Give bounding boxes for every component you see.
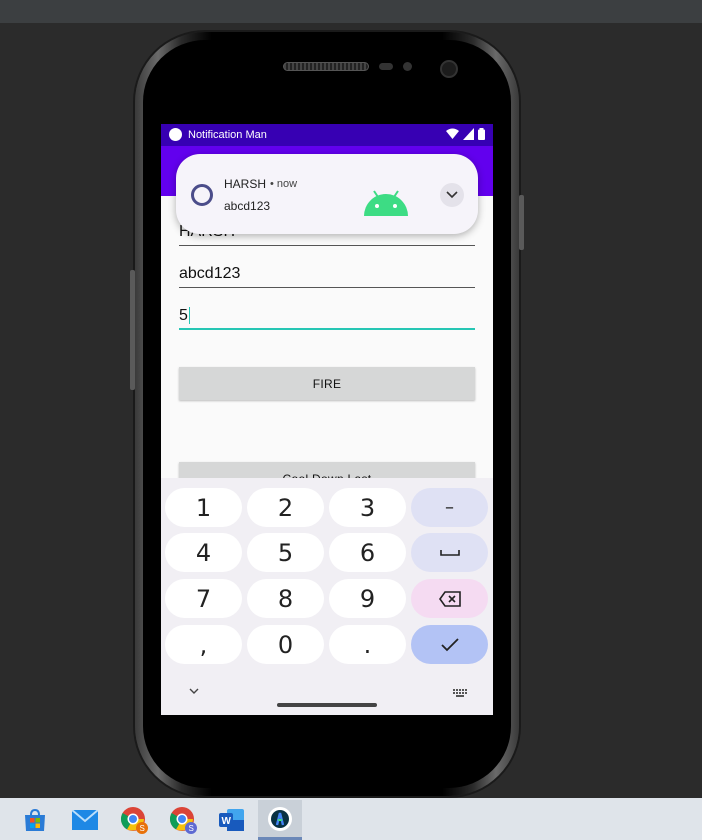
numeric-keyboard: 1 2 3 – 4 5 6 7 8 9 , 0 . bbox=[161, 478, 493, 715]
key-0[interactable]: 0 bbox=[247, 625, 324, 664]
key-1[interactable]: 1 bbox=[165, 488, 242, 527]
device-screen: Notification Man HARSH abcd123 5 FIRE Co… bbox=[161, 124, 493, 715]
chrome-icon: S bbox=[120, 807, 148, 834]
key-minus[interactable]: – bbox=[411, 488, 488, 527]
wifi-icon bbox=[446, 128, 459, 139]
text-caret bbox=[188, 307, 190, 325]
key-7[interactable]: 7 bbox=[165, 579, 242, 618]
key-9[interactable]: 9 bbox=[329, 579, 406, 618]
notification-title: HARSH bbox=[224, 177, 267, 191]
chevron-down-icon bbox=[446, 191, 458, 199]
message-field[interactable]: abcd123 bbox=[179, 262, 475, 288]
notification-small-icon bbox=[191, 184, 213, 206]
key-space[interactable] bbox=[411, 533, 488, 572]
window-top-strip bbox=[0, 0, 702, 23]
backspace-icon bbox=[438, 590, 461, 607]
count-field-value: 5 bbox=[179, 307, 188, 324]
key-3[interactable]: 3 bbox=[329, 488, 406, 527]
message-field-value: abcd123 bbox=[179, 265, 241, 282]
chrome-icon: S bbox=[169, 807, 197, 834]
front-camera bbox=[440, 60, 458, 78]
svg-text:S: S bbox=[189, 824, 194, 833]
volume-button[interactable] bbox=[130, 270, 135, 390]
key-comma[interactable]: , bbox=[165, 625, 242, 664]
taskbar-word[interactable]: W bbox=[210, 800, 254, 840]
heads-up-notification[interactable]: HARSH • now abcd123 bbox=[176, 154, 478, 234]
app-status-icon bbox=[169, 128, 182, 141]
key-6[interactable]: 6 bbox=[329, 533, 406, 572]
count-field[interactable]: 5 bbox=[179, 304, 475, 330]
word-icon: W bbox=[219, 809, 244, 831]
status-bar: Notification Man bbox=[161, 124, 493, 146]
checkmark-icon bbox=[440, 637, 459, 651]
light-sensor bbox=[403, 62, 412, 71]
key-8[interactable]: 8 bbox=[247, 579, 324, 618]
key-done[interactable] bbox=[411, 625, 488, 664]
status-app-title: Notification Man bbox=[188, 129, 267, 141]
status-icons bbox=[446, 128, 485, 140]
gesture-nav-handle[interactable] bbox=[277, 703, 377, 707]
key-5[interactable]: 5 bbox=[247, 533, 324, 572]
space-icon bbox=[439, 549, 460, 556]
microsoft-store-icon bbox=[25, 808, 45, 831]
proximity-sensor bbox=[379, 63, 393, 70]
key-4[interactable]: 4 bbox=[165, 533, 242, 572]
keyboard-switch-icon[interactable] bbox=[453, 689, 467, 697]
battery-icon bbox=[478, 128, 485, 140]
android-icon bbox=[364, 190, 408, 216]
key-period[interactable]: . bbox=[329, 625, 406, 664]
notification-text: abcd123 bbox=[224, 199, 271, 213]
taskbar-android-studio[interactable] bbox=[258, 800, 302, 840]
taskbar-store[interactable] bbox=[13, 800, 57, 840]
taskbar-chrome-1[interactable]: S bbox=[112, 800, 156, 840]
hide-keyboard-icon[interactable] bbox=[189, 688, 199, 695]
power-button[interactable] bbox=[519, 195, 524, 250]
mail-icon bbox=[72, 810, 98, 830]
fire-button[interactable]: FIRE bbox=[179, 367, 475, 400]
svg-text:W: W bbox=[222, 816, 232, 827]
taskbar-mail[interactable] bbox=[63, 800, 107, 840]
notification-expand-button[interactable] bbox=[440, 183, 464, 207]
key-2[interactable]: 2 bbox=[247, 488, 324, 527]
notification-time: • now bbox=[270, 178, 298, 190]
android-studio-icon bbox=[268, 806, 292, 831]
speaker-grille bbox=[283, 62, 369, 71]
taskbar-chrome-2[interactable]: S bbox=[161, 800, 205, 840]
svg-text:S: S bbox=[140, 824, 145, 833]
key-backspace[interactable] bbox=[411, 579, 488, 618]
cell-signal-icon bbox=[463, 128, 474, 140]
windows-taskbar: S S W bbox=[0, 798, 702, 840]
